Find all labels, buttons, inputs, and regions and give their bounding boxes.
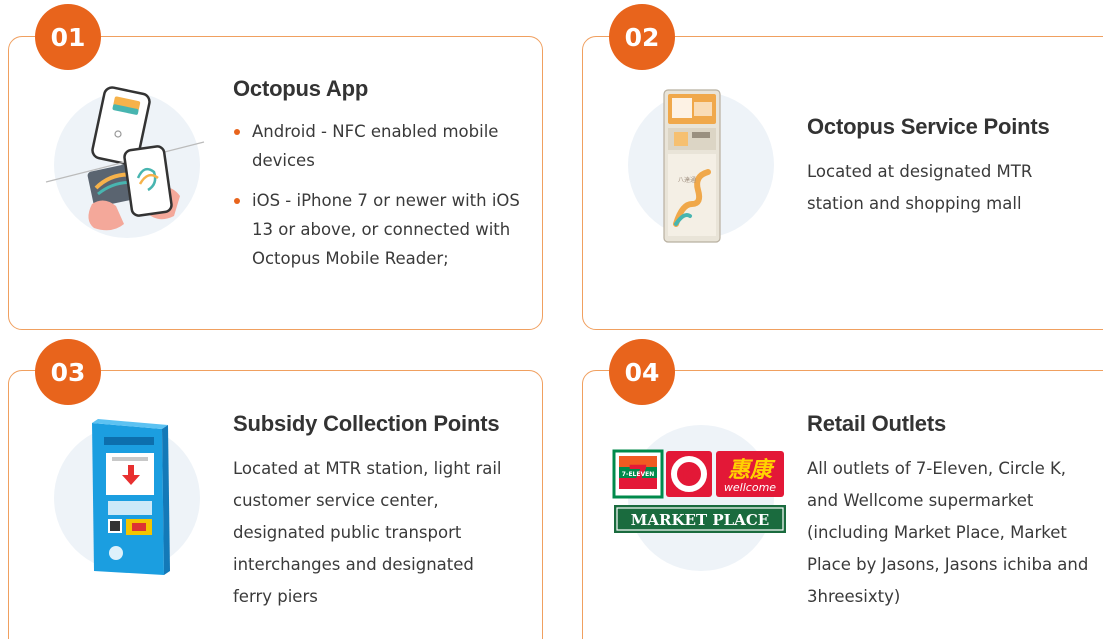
retail-logos-icon: 7 7-ELEVEN K 惠康 wellcome MARKET PLACE [612, 425, 786, 571]
market-place-logo: MARKET PLACE [614, 505, 786, 533]
card-number-badge: 03 [35, 339, 101, 405]
svg-text:惠康: 惠康 [728, 457, 776, 483]
svg-text:7-ELEVEN: 7-ELEVEN [622, 471, 654, 478]
card-description: Located at designated MTR station and sh… [807, 162, 1033, 213]
list-item: Android - NFC enabled mobile devices [233, 117, 523, 175]
card-title: Retail Outlets [807, 411, 947, 436]
bullet-list: Android - NFC enabled mobile devices iOS… [233, 117, 523, 284]
bullet-icon [234, 198, 240, 204]
svg-text:wellcome: wellcome [724, 481, 776, 494]
svg-text:八達通: 八達通 [678, 176, 696, 184]
octopus-app-icon [45, 86, 205, 238]
card-title: Octopus Service Points [807, 114, 1050, 139]
subsidy-machine-icon [54, 419, 200, 575]
card-description: Located at MTR station, light rail custo… [233, 459, 502, 606]
card-number-badge: 01 [35, 4, 101, 70]
list-item: iOS - iPhone 7 or newer with iOS 13 or a… [233, 186, 523, 273]
seven-eleven-logo: 7 7-ELEVEN [612, 449, 664, 499]
service-kiosk-icon: 八達通 [628, 89, 774, 243]
bullet-icon [234, 129, 240, 135]
wellcome-logo: 惠康 wellcome [716, 451, 784, 497]
svg-text:MARKET PLACE: MARKET PLACE [631, 511, 769, 529]
svg-text:K: K [681, 463, 698, 487]
circle-k-logo: K [666, 451, 712, 497]
card-title: Subsidy Collection Points [233, 411, 500, 436]
card-number-badge: 04 [609, 339, 675, 405]
card-number-badge: 02 [609, 4, 675, 70]
card-description: All outlets of 7-Eleven, Circle K, and W… [807, 459, 1089, 606]
card-title: Octopus App [233, 76, 369, 101]
